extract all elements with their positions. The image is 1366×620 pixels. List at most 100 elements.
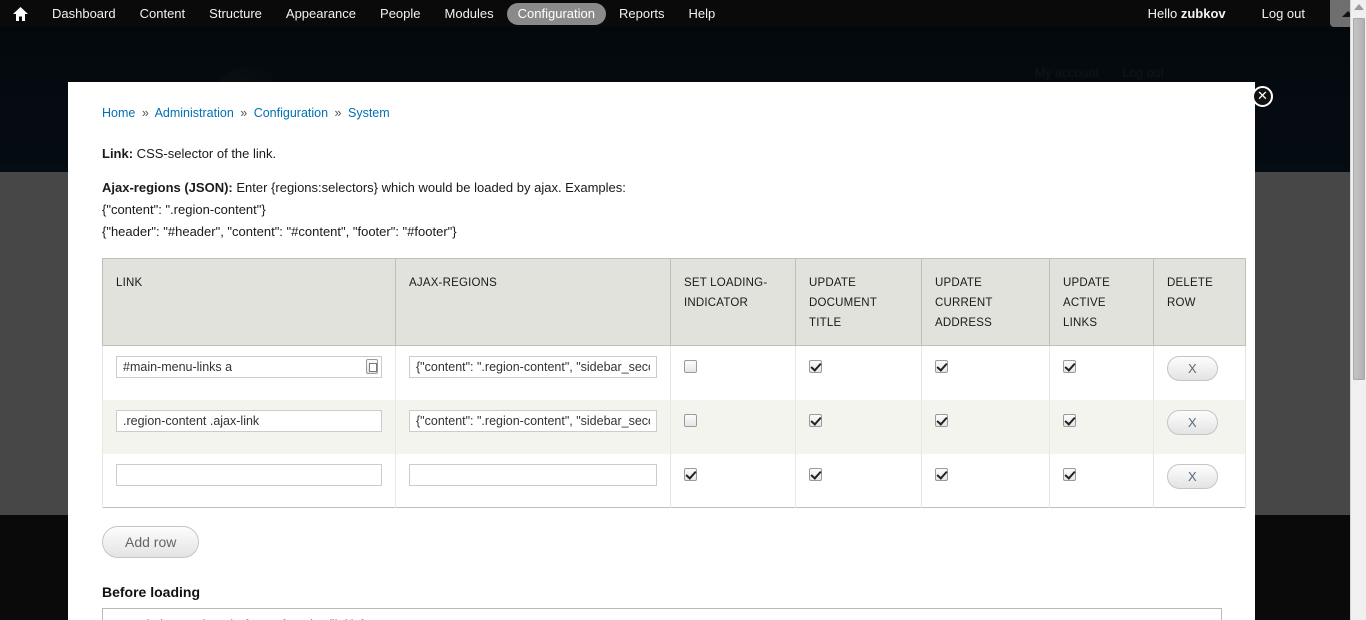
- home-icon[interactable]: [0, 0, 40, 27]
- update-current-address-checkbox[interactable]: [935, 467, 948, 481]
- cell-delete-row: X: [1153, 399, 1246, 454]
- cell-delete-row: X: [1153, 453, 1246, 508]
- cell-set-loading-indicator-checkbox: [670, 453, 796, 508]
- ajax-regions-table: LINK AJAX-REGIONS SET LOADING-INDICATOR …: [102, 258, 1246, 508]
- delete-row-button[interactable]: X: [1167, 356, 1218, 381]
- toolbar-item-help[interactable]: Help: [678, 3, 727, 25]
- caret-up-icon[interactable]: [1354, 4, 1364, 10]
- greeting: Hello zubkov: [1148, 6, 1226, 21]
- table-header-row: LINK AJAX-REGIONS SET LOADING-INDICATOR …: [102, 258, 1246, 346]
- set-loading-indicator-checkbox[interactable]: [684, 413, 697, 427]
- ajax-regions-input[interactable]: [409, 356, 657, 378]
- cell-ajax-regions: [395, 399, 671, 454]
- column-header-set-loading-indicator: SET LOADING-INDICATOR: [670, 258, 796, 346]
- regions-help-text: Ajax-regions (JSON): Enter {regions:sele…: [102, 178, 1221, 198]
- cell-update-current-address-checkbox: [921, 453, 1050, 508]
- breadcrumb-separator: »: [240, 106, 248, 120]
- breadcrumb-separator: »: [141, 106, 149, 120]
- cell-link: [102, 345, 396, 400]
- regions-help-body: Enter {regions:selectors} which would be…: [232, 180, 626, 195]
- ajax-regions-input[interactable]: [409, 409, 657, 432]
- link-input[interactable]: [116, 356, 382, 378]
- update-active-links-checkbox[interactable]: [1063, 413, 1076, 427]
- cell-link: [102, 399, 396, 454]
- add-row-button[interactable]: Add row: [102, 526, 200, 558]
- table-row: X: [102, 345, 1246, 400]
- breadcrumb: Home » Administration » Configuration » …: [102, 106, 1221, 120]
- toolbar-item-content[interactable]: Content: [129, 3, 197, 25]
- cell-set-loading-indicator-checkbox: [670, 399, 796, 454]
- link-help-text: Link: CSS-selector of the link.: [102, 144, 1221, 164]
- toolbar-item-modules[interactable]: Modules: [434, 3, 505, 25]
- cell-update-current-address-checkbox: [921, 399, 1050, 454]
- breadcrumb-item-system[interactable]: System: [348, 106, 390, 120]
- column-header-link: LINK: [102, 258, 396, 346]
- cell-update-document-title-checkbox: [795, 345, 922, 400]
- add-row-container: Add row: [102, 526, 1221, 558]
- regions-help-example-2: {"header": "#header", "content": "#conte…: [102, 224, 457, 239]
- table-row: X: [102, 453, 1246, 508]
- update-active-links-checkbox[interactable]: [1063, 467, 1076, 481]
- admin-toolbar: Dashboard Content Structure Appearance Peopl…: [0, 0, 1366, 27]
- link-help-body: CSS-selector of the link.: [133, 146, 277, 161]
- set-loading-indicator-checkbox[interactable]: [684, 467, 697, 481]
- delete-row-button[interactable]: X: [1167, 463, 1218, 489]
- link-input[interactable]: [116, 463, 382, 486]
- regions-help-label: Ajax-regions (JSON):: [102, 180, 233, 195]
- update-current-address-checkbox[interactable]: [935, 360, 948, 373]
- cell-set-loading-indicator-checkbox: [670, 345, 796, 400]
- column-header-update-active-links: UPDATE ACTIVE LINKS: [1049, 258, 1154, 346]
- link-input-wrapper: [116, 356, 382, 378]
- toolbar-item-reports[interactable]: Reports: [608, 3, 676, 25]
- autocomplete-icon[interactable]: [366, 359, 378, 374]
- link-input-wrapper: [116, 409, 382, 432]
- column-header-ajax-regions: AJAX-REGIONS: [395, 258, 671, 346]
- cell-delete-row: X: [1153, 345, 1246, 400]
- close-icon[interactable]: ✕: [1252, 86, 1273, 107]
- scrollbar-thumb[interactable]: [1353, 18, 1365, 380]
- close-glyph: ✕: [1257, 88, 1268, 103]
- breadcrumb-item-administration[interactable]: Administration: [155, 106, 234, 120]
- set-loading-indicator-checkbox[interactable]: [684, 360, 697, 373]
- toolbar-right: Hello zubkov Log out: [1148, 0, 1366, 27]
- screen: Ajax Regions Ajax Regions My account Log…: [0, 0, 1366, 620]
- delete-row-button[interactable]: X: [1167, 409, 1218, 435]
- ajax-regions-modal: Home » Administration » Configuration » …: [68, 82, 1255, 620]
- before-loading-title: Before loading: [102, 584, 201, 600]
- update-document-title-checkbox[interactable]: [809, 467, 822, 481]
- column-header-update-document-title: UPDATE DOCUMENT TITLE: [795, 258, 922, 346]
- before-loading-textarea[interactable]: Drupal.ajax_regions.before = function(li…: [102, 608, 1222, 620]
- update-current-address-checkbox[interactable]: [935, 413, 948, 427]
- regions-help-example-1: {"content": ".region-content"}: [102, 202, 266, 217]
- cell-update-current-address-checkbox: [921, 345, 1050, 400]
- logout-button[interactable]: Log out: [1251, 3, 1316, 25]
- toolbar-item-people[interactable]: People: [369, 3, 431, 25]
- toolbar-item-dashboard[interactable]: Dashboard: [41, 3, 127, 25]
- column-header-delete-row: DELETE ROW: [1153, 258, 1246, 346]
- toolbar-item-structure[interactable]: Structure: [198, 3, 273, 25]
- toolbar-item-configuration[interactable]: Configuration: [506, 2, 606, 25]
- breadcrumb-item-home[interactable]: Home: [102, 106, 135, 120]
- update-active-links-checkbox[interactable]: [1063, 360, 1076, 373]
- link-input[interactable]: [116, 409, 382, 432]
- cell-update-active-links-checkbox: [1049, 345, 1154, 400]
- greeting-prefix: Hello: [1147, 6, 1181, 21]
- username: zubkov: [1180, 6, 1226, 21]
- ajax-regions-input[interactable]: [409, 463, 657, 486]
- link-input-wrapper: [116, 463, 382, 486]
- column-header-update-current-address: UPDATE CURRENT ADDRESS: [921, 258, 1050, 346]
- cell-ajax-regions: [395, 453, 671, 508]
- cell-update-document-title-checkbox: [795, 399, 922, 454]
- cell-update-document-title-checkbox: [795, 453, 922, 508]
- update-document-title-checkbox[interactable]: [809, 413, 822, 427]
- link-help-label: Link:: [102, 146, 134, 161]
- breadcrumb-item-configuration[interactable]: Configuration: [254, 106, 328, 120]
- vertical-scrollbar[interactable]: [1350, 0, 1366, 620]
- cell-update-active-links-checkbox: [1049, 399, 1154, 454]
- toolbar-item-appearance[interactable]: Appearance: [275, 3, 367, 25]
- cell-update-active-links-checkbox: [1049, 453, 1154, 508]
- breadcrumb-separator: »: [334, 106, 342, 120]
- update-document-title-checkbox[interactable]: [809, 360, 822, 373]
- table-row: X: [102, 399, 1246, 454]
- cell-link: [102, 453, 396, 508]
